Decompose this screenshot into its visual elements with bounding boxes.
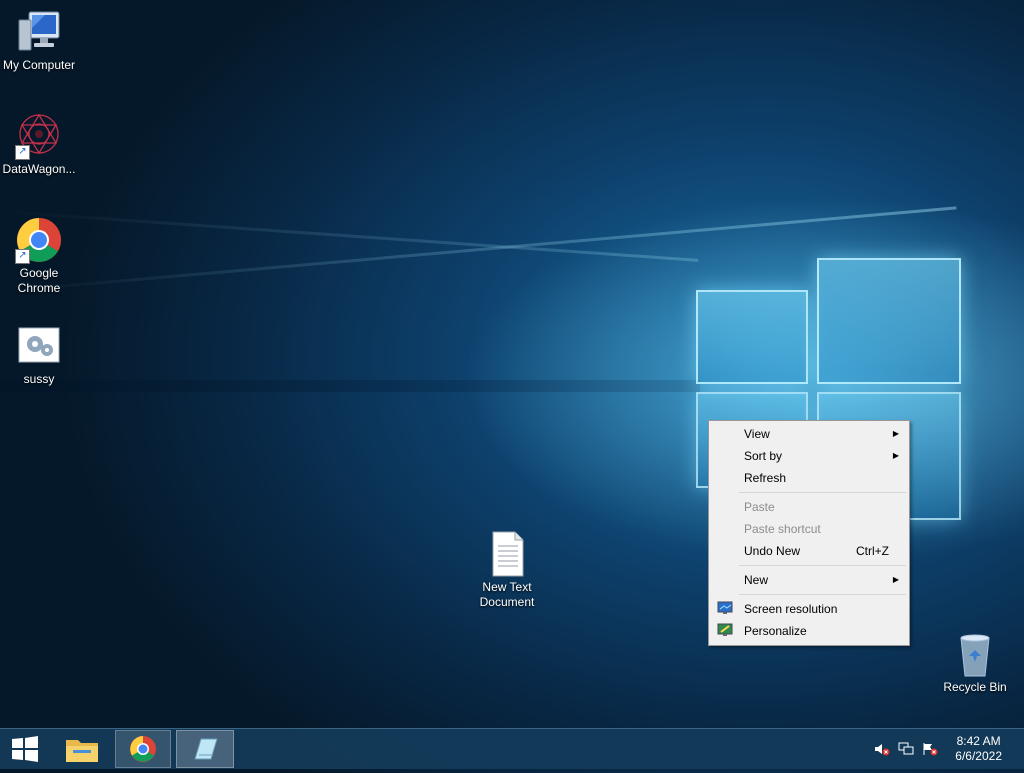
desktop-icon-label: Google Chrome <box>17 266 61 295</box>
taskbar-google-chrome[interactable] <box>115 730 171 768</box>
menu-item-label: New <box>744 573 769 587</box>
menu-item-paste-shortcut[interactable]: Paste shortcut <box>711 518 907 540</box>
taskbar-file-explorer[interactable] <box>56 730 108 768</box>
menu-item-undo-new[interactable]: Undo New Ctrl+Z <box>711 540 907 562</box>
keyboard-shortcut: Ctrl+Z <box>856 544 889 558</box>
menu-item-personalize[interactable]: Personalize <box>711 620 907 642</box>
desktop-icon-label: sussy <box>23 372 55 386</box>
desktop-icon-recycle-bin[interactable]: Recycle Bin <box>937 630 1013 695</box>
notepad-icon <box>194 738 218 760</box>
wallpaper-logo-pane <box>817 258 961 384</box>
menu-item-label: Paste shortcut <box>744 522 821 536</box>
menu-item-screen-resolution[interactable]: Screen resolution <box>711 598 907 620</box>
desktop-context-menu: View ▶ Sort by ▶ Refresh Paste Paste sho… <box>708 420 910 646</box>
wallpaper-logo-pane <box>696 290 808 384</box>
settings-document-icon <box>18 327 60 363</box>
menu-item-refresh[interactable]: Refresh <box>711 467 907 489</box>
menu-item-new[interactable]: New ▶ <box>711 569 907 591</box>
submenu-arrow-icon: ▶ <box>892 429 899 438</box>
shortcut-arrow-icon: ↗ <box>15 145 30 160</box>
desktop-icon-label: New Text Document <box>479 580 535 609</box>
menu-separator <box>739 492 906 493</box>
desktop-icon-label: Recycle Bin <box>943 680 1007 694</box>
menu-item-label: Paste <box>744 500 775 514</box>
personalize-icon <box>717 623 733 636</box>
menu-item-label: Sort by <box>744 449 783 463</box>
menu-item-label: Refresh <box>744 471 787 485</box>
menu-item-paste[interactable]: Paste <box>711 496 907 518</box>
clock-date: 6/6/2022 <box>955 749 1002 763</box>
action-center-icon[interactable] <box>922 742 938 756</box>
shortcut-arrow-icon: ↗ <box>15 249 30 264</box>
network-icon[interactable] <box>898 742 914 756</box>
recycle-bin-icon <box>960 634 990 677</box>
monitor-icon <box>717 601 733 614</box>
desktop-icon-datawagon[interactable]: ↗ DataWagon... <box>1 112 77 177</box>
taskbar-notepad[interactable] <box>176 730 234 768</box>
light-beam <box>0 210 699 262</box>
volume-muted-icon[interactable] <box>874 742 890 756</box>
menu-item-label: View <box>744 427 770 441</box>
menu-item-label: Undo New <box>744 544 801 558</box>
desktop-icon-google-chrome[interactable]: ↗ Google Chrome <box>1 216 77 296</box>
text-document-icon <box>492 531 524 577</box>
menu-item-view[interactable]: View ▶ <box>711 423 907 445</box>
chrome-icon <box>130 736 156 762</box>
submenu-arrow-icon: ▶ <box>892 575 899 584</box>
clock-time: 8:42 AM <box>956 734 1001 748</box>
desktop-icon-sussy[interactable]: sussy <box>1 322 77 387</box>
windows-logo-icon <box>12 736 38 762</box>
menu-separator <box>739 565 906 566</box>
taskbar: 8:42 AM 6/6/2022 <box>0 728 1024 769</box>
start-button[interactable] <box>0 730 50 768</box>
menu-item-label: Screen resolution <box>744 602 838 616</box>
file-explorer-icon <box>66 740 98 762</box>
desktop-icon-label: DataWagon... <box>2 162 76 176</box>
menu-separator <box>739 594 906 595</box>
taskbar-clock[interactable]: 8:42 AM 6/6/2022 <box>955 734 1002 764</box>
submenu-arrow-icon: ▶ <box>892 451 899 460</box>
light-beam <box>0 380 700 392</box>
desktop-icon-label: My Computer <box>2 58 76 72</box>
desktop-icon-my-computer[interactable]: My Computer <box>1 8 77 73</box>
menu-item-label: Personalize <box>744 624 807 638</box>
computer-icon <box>18 11 60 51</box>
menu-item-sort-by[interactable]: Sort by ▶ <box>711 445 907 467</box>
desktop-icon-new-text-document[interactable]: New Text Document <box>469 530 545 610</box>
